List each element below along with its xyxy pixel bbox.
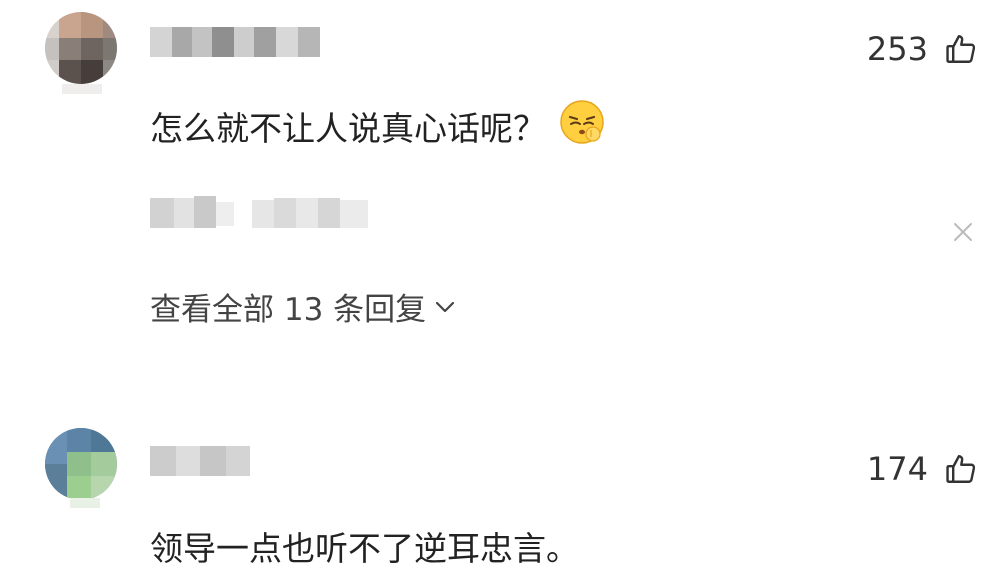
thumbs-up-icon bbox=[944, 452, 978, 486]
comment-meta-redacted bbox=[150, 196, 380, 230]
like-count: 253 bbox=[866, 30, 928, 68]
chevron-down-icon bbox=[436, 301, 455, 312]
username-redacted[interactable] bbox=[150, 446, 250, 476]
username-redacted[interactable] bbox=[150, 27, 320, 57]
avatar-shadow bbox=[62, 84, 102, 94]
comment-text: 怎么就不让人说真心话呢？ bbox=[150, 98, 606, 154]
comment-text: 领导一点也听不了逆耳忠言。 bbox=[150, 529, 579, 568]
like-button[interactable]: 174 bbox=[867, 450, 978, 488]
like-button[interactable]: 253 bbox=[867, 30, 978, 68]
like-count: 174 bbox=[866, 450, 928, 488]
avatar[interactable] bbox=[45, 12, 117, 84]
shushing-face-emoji bbox=[558, 98, 606, 154]
avatar[interactable] bbox=[45, 428, 117, 500]
avatar-shadow bbox=[70, 498, 100, 508]
thumbs-up-icon bbox=[944, 32, 978, 66]
close-icon[interactable] bbox=[950, 219, 976, 245]
view-all-replies-link[interactable]: 查看全部 13 条回复 bbox=[150, 284, 456, 329]
